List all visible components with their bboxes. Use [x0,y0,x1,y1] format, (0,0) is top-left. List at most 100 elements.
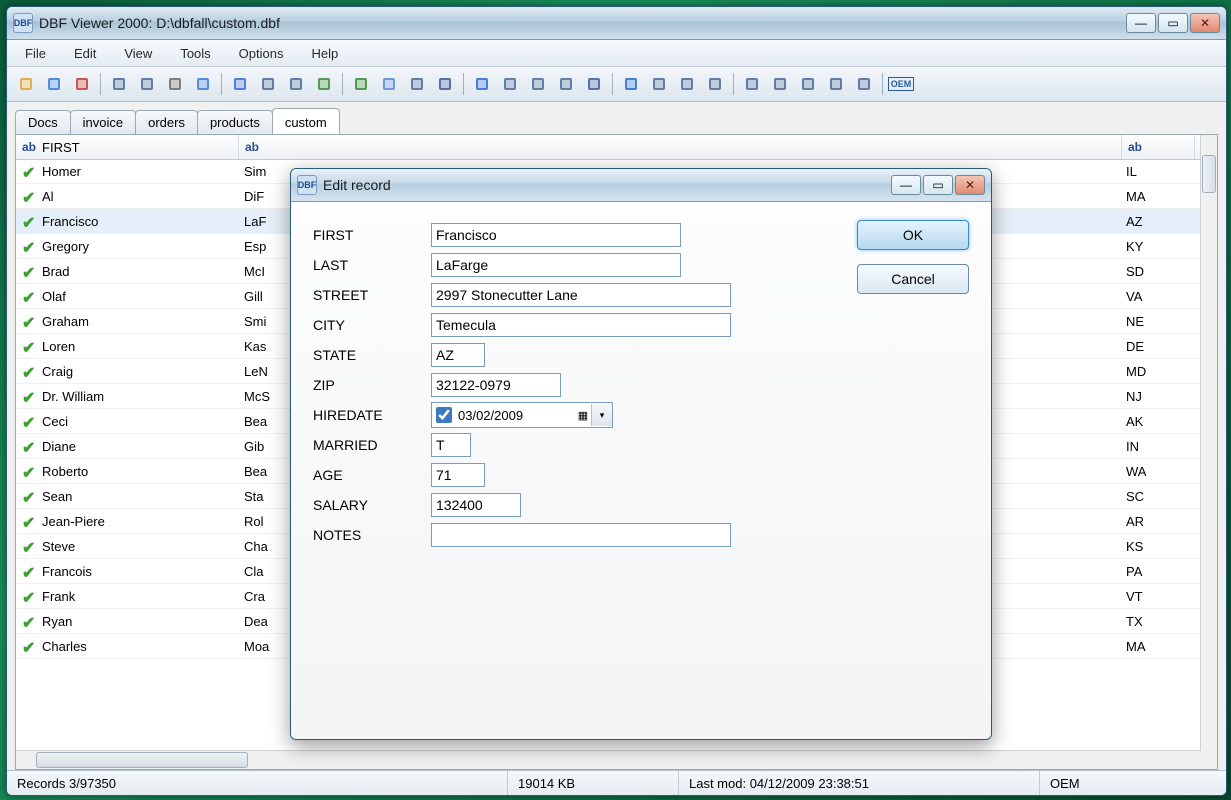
cell-state: MD [1126,364,1146,379]
ok-button[interactable]: OK [857,220,969,250]
cell-state: MA [1126,639,1146,654]
calendar-icon[interactable]: ▦ [575,409,591,422]
input-salary[interactable] [431,493,521,517]
find-button[interactable] [227,71,253,97]
cell-first: Graham [42,314,89,329]
cell-state: AR [1126,514,1144,529]
cell-first: Charles [42,639,87,654]
oem-button[interactable]: OEM [888,71,914,97]
down-button[interactable] [739,71,765,97]
dialog-minimize-button[interactable]: — [891,175,921,195]
sum-button[interactable] [618,71,644,97]
cancel-button[interactable]: Cancel [857,264,969,294]
check-icon: ✔ [22,613,38,629]
paste-button[interactable] [404,71,430,97]
check-icon: ✔ [22,363,38,379]
menu-help[interactable]: Help [297,40,352,66]
tab-products[interactable]: products [197,110,273,134]
flag-button[interactable] [646,71,672,97]
cell-state: AK [1126,414,1143,429]
column-header[interactable]: abFIRST [16,135,239,159]
status-size: 19014 KB [508,771,679,795]
sort-button[interactable] [432,71,458,97]
dropdown-icon[interactable]: ▾ [591,404,612,426]
close-button[interactable]: ✕ [1190,13,1220,33]
input-street[interactable] [431,283,731,307]
check-icon: ✔ [22,463,38,479]
status-records: Records 3/97350 [7,771,508,795]
cell-last: LaF [244,214,266,229]
input-last[interactable] [431,253,681,277]
copy-button[interactable] [376,71,402,97]
cell-last: McS [244,389,270,404]
check-icon: ✔ [22,538,38,554]
scroll-thumb[interactable] [1202,155,1216,193]
cell-last: McI [244,264,265,279]
input-first[interactable] [431,223,681,247]
cell-state: NE [1126,314,1144,329]
label-married: MARRIED [313,437,431,453]
scroll-thumb[interactable] [36,752,248,768]
cell-first: Olaf [42,289,66,304]
menu-tools[interactable]: Tools [166,40,224,66]
cell-first: Brad [42,264,69,279]
filter-button[interactable] [553,71,579,97]
tab-orders[interactable]: orders [135,110,198,134]
cell-last: Bea [244,464,267,479]
struct-button[interactable] [525,71,551,97]
cell-state: KS [1126,539,1143,554]
info-button[interactable] [469,71,495,97]
menu-file[interactable]: File [11,40,60,66]
tab-row: Docsinvoiceordersproductscustom [7,102,1226,134]
open-button[interactable] [13,71,39,97]
cut-button[interactable] [106,71,132,97]
menu-edit[interactable]: Edit [60,40,110,66]
redo-button[interactable] [348,71,374,97]
input-married[interactable] [431,433,471,457]
hiredate-checkbox[interactable] [436,407,452,423]
dialog-close-button[interactable]: ✕ [955,175,985,195]
titlebar[interactable]: DBF DBF Viewer 2000: D:\dbfall\custom.db… [7,7,1226,40]
input-notes[interactable] [431,523,731,547]
input-zip[interactable] [431,373,561,397]
top-button[interactable] [674,71,700,97]
cell-state: VA [1126,289,1142,304]
new-button[interactable] [41,71,67,97]
undo-button[interactable] [311,71,337,97]
menu-view[interactable]: View [110,40,166,66]
delete-button[interactable] [69,71,95,97]
cell-state: TX [1126,614,1143,629]
input-age[interactable] [431,463,485,487]
column-header[interactable]: ab [1122,135,1195,159]
vertical-scrollbar[interactable] [1200,135,1217,769]
column-header[interactable]: ab [239,135,1122,159]
maximize-button[interactable]: ▭ [1158,13,1188,33]
font-color-button[interactable] [795,71,821,97]
dialog-maximize-button[interactable]: ▭ [923,175,953,195]
copy-color-button[interactable] [823,71,849,97]
cell-state: WA [1126,464,1146,479]
tab-docs[interactable]: Docs [15,110,71,134]
cell-first: Homer [42,164,81,179]
input-hiredate[interactable]: 03/02/2009 ▦ ▾ [431,402,613,428]
replace-button[interactable] [283,71,309,97]
find-next-button[interactable] [255,71,281,97]
dialog-titlebar[interactable]: DBF Edit record — ▭ ✕ [291,169,991,202]
menu-options[interactable]: Options [225,40,298,66]
tab-invoice[interactable]: invoice [70,110,136,134]
cell-state: VT [1126,589,1143,604]
drop-button[interactable] [497,71,523,97]
bottom-button[interactable] [767,71,793,97]
input-state[interactable] [431,343,485,367]
input-city[interactable] [431,313,731,337]
up-button[interactable] [702,71,728,97]
print-button[interactable] [162,71,188,97]
minimize-button[interactable]: — [1126,13,1156,33]
type-icon: ab [245,140,259,154]
font-button[interactable] [851,71,877,97]
horizontal-scrollbar[interactable] [16,750,1201,769]
tab-custom[interactable]: custom [272,108,340,134]
tree-button[interactable] [134,71,160,97]
grid-button[interactable] [581,71,607,97]
save-button[interactable] [190,71,216,97]
